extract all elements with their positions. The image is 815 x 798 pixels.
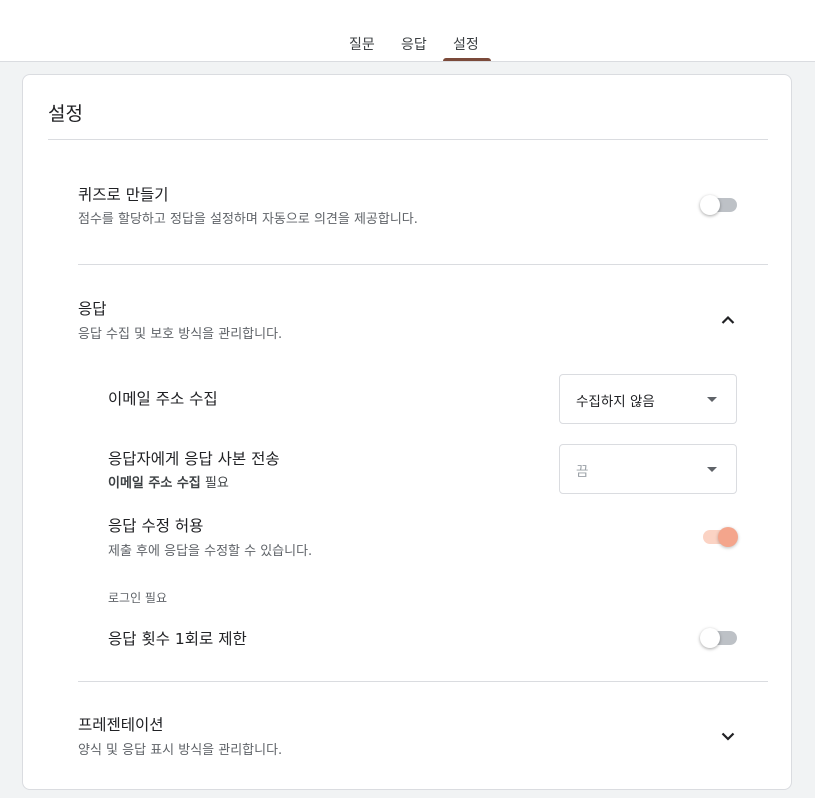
- quiz-toggle[interactable]: [700, 195, 738, 215]
- chevron-down-icon[interactable]: [716, 724, 740, 748]
- toggle-thumb: [700, 628, 720, 648]
- chevron-up-icon[interactable]: [716, 308, 740, 332]
- top-tab-bar: 질문 응답 설정: [0, 0, 815, 62]
- send-copy-requirement: 이메일 주소 수집 필요: [108, 472, 229, 491]
- divider: [78, 264, 768, 265]
- limit-one-response-toggle[interactable]: [700, 628, 738, 648]
- requirement-bold: 이메일 주소 수집: [108, 476, 201, 491]
- allow-edit-toggle[interactable]: [700, 527, 738, 547]
- settings-title: 설정: [48, 103, 83, 125]
- allow-edit-subtitle: 제출 후에 응답을 수정할 수 있습니다.: [108, 544, 313, 559]
- dropdown-arrow-icon: [707, 467, 717, 472]
- settings-card: 설정 퀴즈로 만들기 점수를 할당하고 정답을 설정하며 자동으로 의견을 제공…: [22, 74, 792, 790]
- quiz-title: 퀴즈로 만들기: [78, 186, 169, 204]
- collect-email-label: 이메일 주소 수집: [108, 390, 218, 408]
- send-copy-label: 응답자에게 응답 사본 전송: [108, 450, 280, 468]
- allow-edit-label: 응답 수정 허용: [108, 517, 204, 535]
- quiz-subtitle: 점수를 할당하고 정답을 설정하며 자동으로 의견을 제공합니다.: [78, 212, 418, 227]
- tab-responses[interactable]: 응답: [401, 34, 427, 54]
- limit-one-response-label: 응답 횟수 1회로 제한: [108, 630, 247, 648]
- active-tab-indicator: [443, 58, 491, 61]
- requirement-rest: 필요: [200, 476, 229, 491]
- toggle-thumb: [700, 195, 720, 215]
- divider: [48, 139, 768, 140]
- responses-section-subtitle: 응답 수집 및 보호 방식을 관리합니다.: [78, 327, 283, 342]
- collect-email-selected: 수집하지 않음: [576, 394, 655, 410]
- send-copy-selected: 끔: [576, 464, 589, 480]
- dropdown-arrow-icon: [707, 397, 717, 402]
- presentation-section-subtitle: 양식 및 응답 표시 방식을 관리합니다.: [78, 743, 283, 758]
- tab-settings[interactable]: 설정: [453, 34, 479, 54]
- toggle-thumb: [718, 527, 738, 547]
- send-copy-dropdown[interactable]: 끔: [559, 444, 737, 494]
- responses-section-title: 응답: [78, 300, 107, 318]
- login-required-label: 로그인 필요: [108, 591, 168, 605]
- presentation-section-title: 프레젠테이션: [78, 716, 164, 734]
- tab-questions[interactable]: 질문: [349, 34, 375, 54]
- divider: [78, 681, 768, 682]
- collect-email-dropdown[interactable]: 수집하지 않음: [559, 374, 737, 424]
